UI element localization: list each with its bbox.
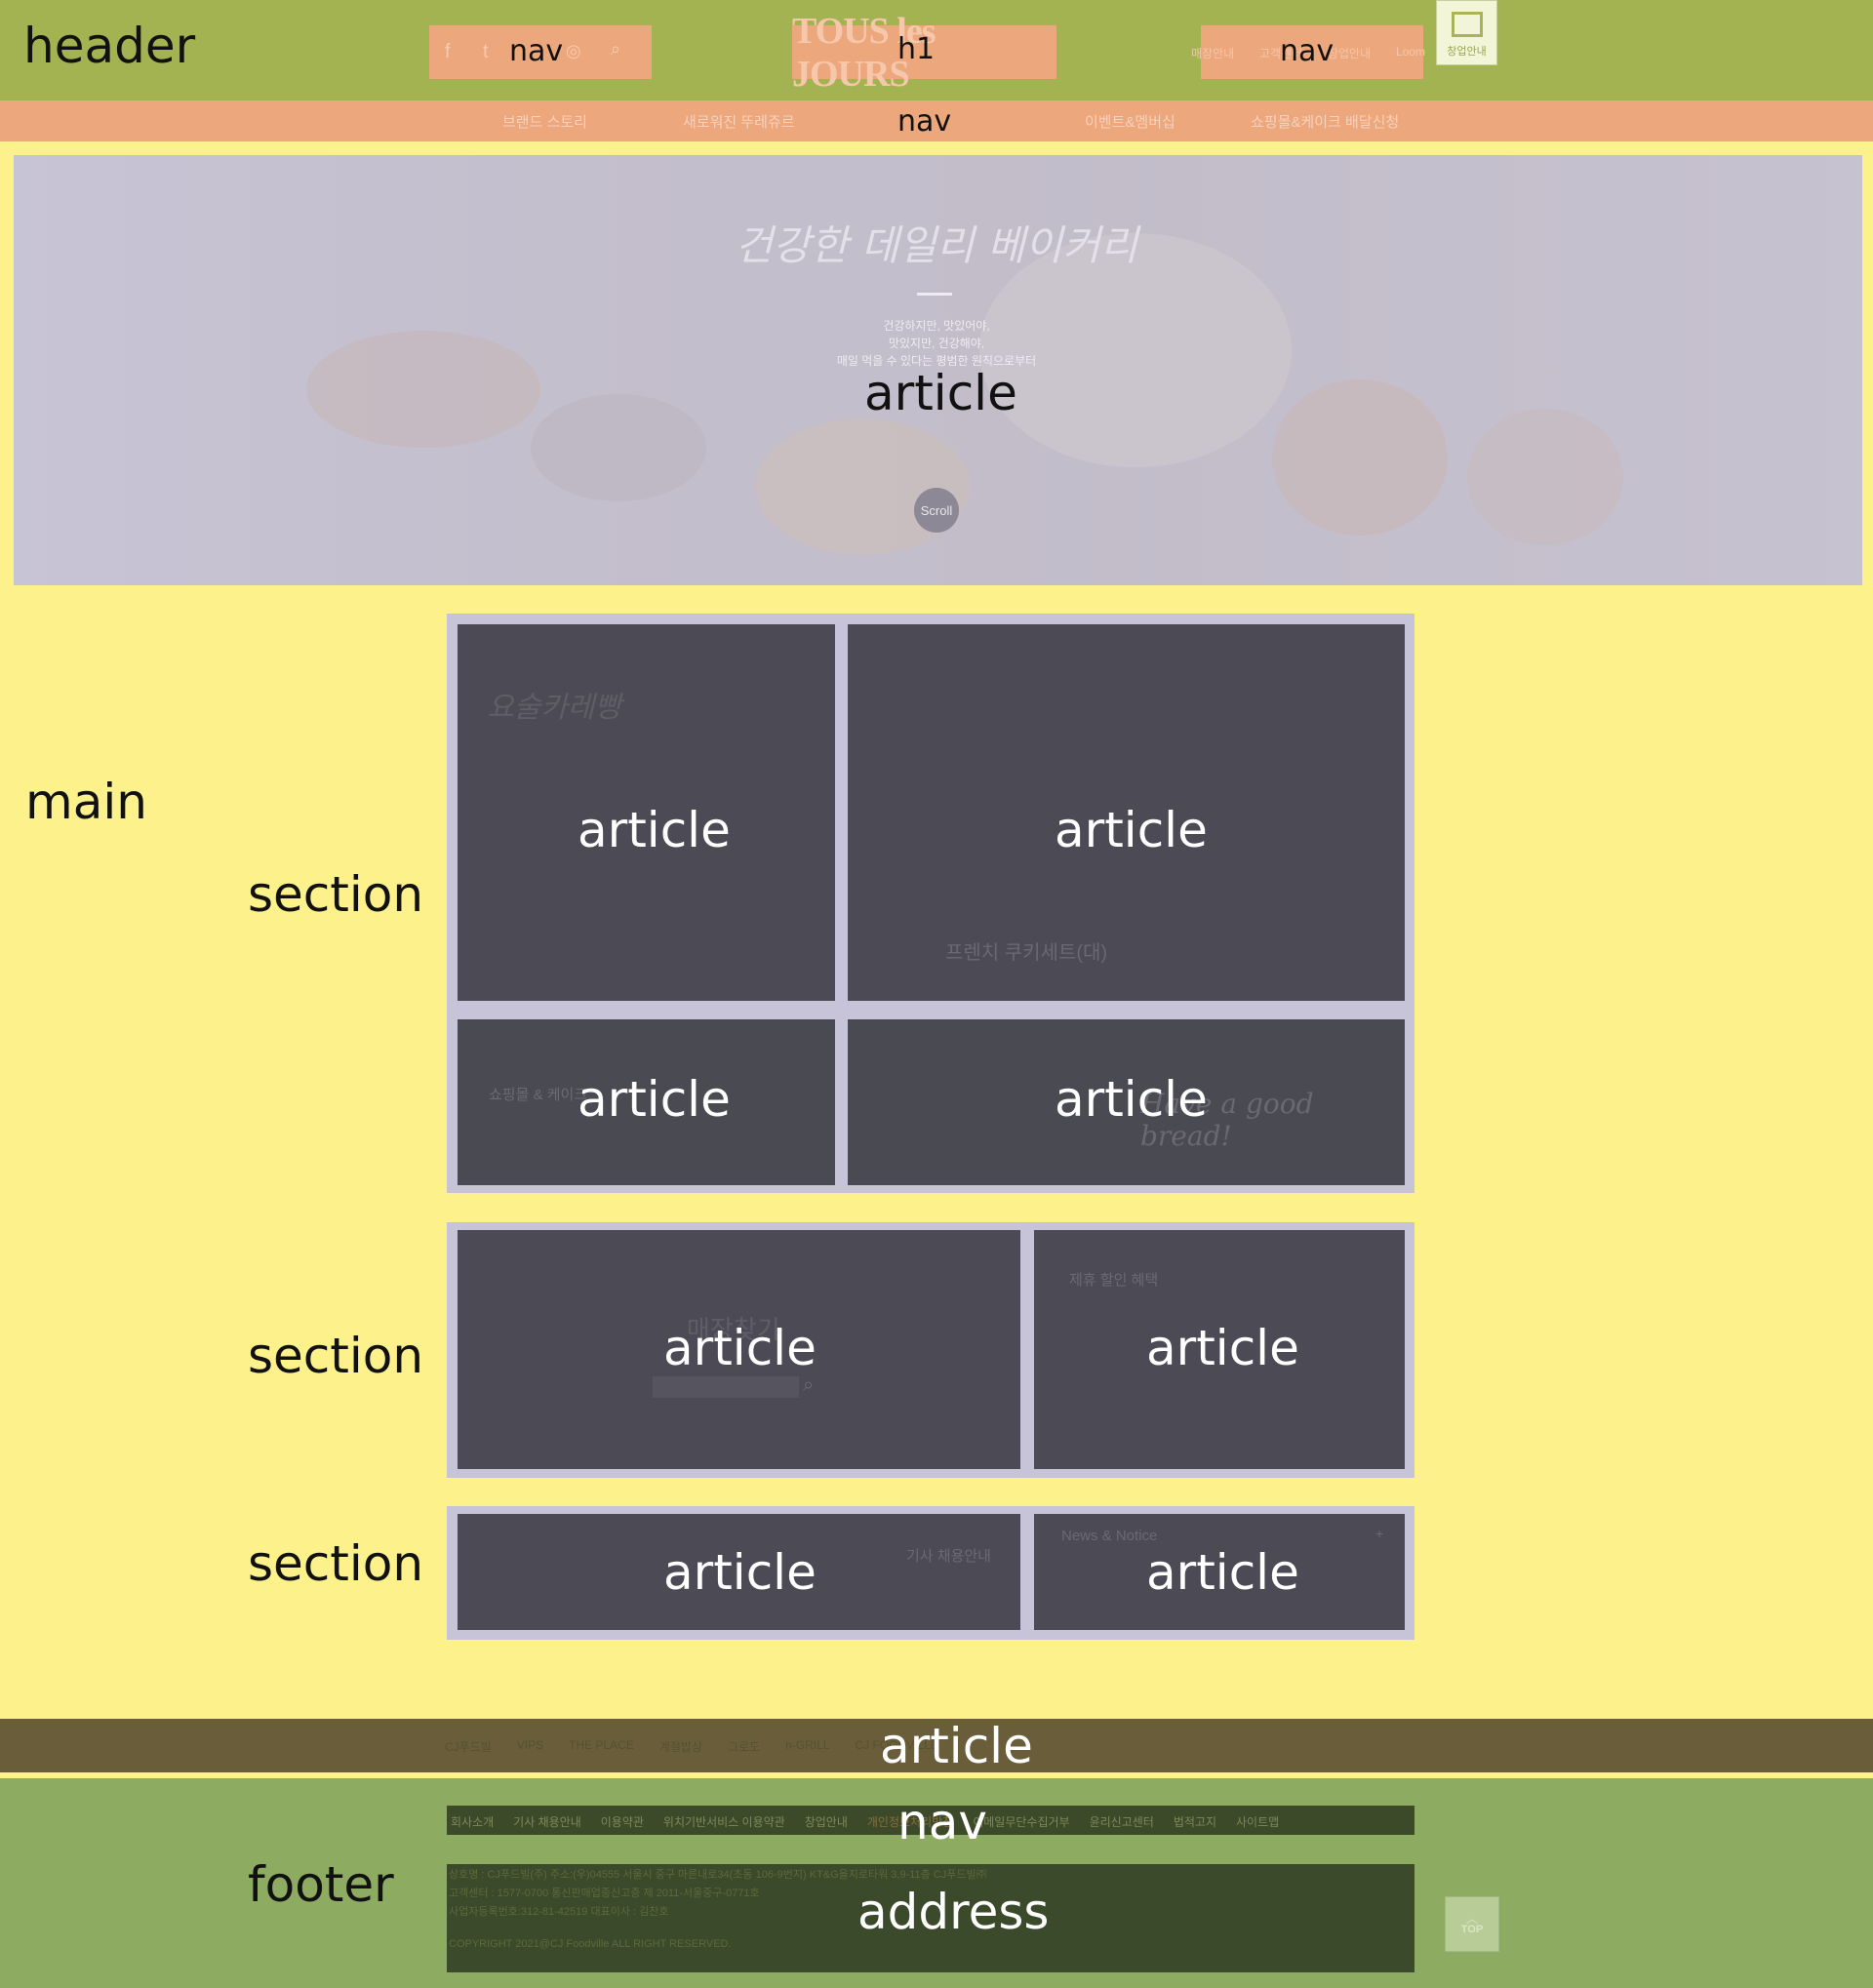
brand-cj-foodville[interactable]: CJ푸드빌 xyxy=(445,1738,492,1755)
news-caption: News & Notice xyxy=(1061,1528,1158,1544)
hero-copy: 건강하지만, 맛있어야, 맛있지만, 건강해야, 매일 먹을 수 있다는 평범한… xyxy=(780,317,1093,370)
more-icon[interactable]: + xyxy=(1375,1526,1383,1541)
footer-label: footer xyxy=(248,1856,394,1913)
search-icon[interactable]: ⌕ xyxy=(611,39,620,60)
footer-link-terms[interactable]: 이용약관 xyxy=(601,1813,644,1830)
section-2-label: section xyxy=(248,1328,424,1384)
menu-item-new-tousjours[interactable]: 새로워진 뚜레쥬르 xyxy=(683,111,795,132)
store-icon xyxy=(1451,11,1483,37)
article-1-label: article xyxy=(578,802,731,858)
menu-nav-label: nav xyxy=(897,104,952,139)
util-link-stores[interactable]: 매장안내 xyxy=(1191,45,1234,61)
footer-link-legal[interactable]: 법적고지 xyxy=(1174,1813,1216,1830)
menu-item-events[interactable]: 이벤트&멤버십 xyxy=(1085,111,1176,132)
article-6-label: article xyxy=(1146,1320,1299,1376)
scroll-button[interactable]: Scroll xyxy=(914,488,959,533)
curry-bread-caption: 요술카레빵 xyxy=(487,691,621,725)
footer-link-company[interactable]: 회사소개 xyxy=(451,1813,494,1830)
util-link-loom[interactable]: Loom xyxy=(1396,45,1425,61)
brand-seasons-table[interactable]: 계절밥상 xyxy=(659,1738,702,1755)
section-1-label: section xyxy=(248,866,424,923)
article-3-label: article xyxy=(578,1071,731,1128)
article-5-label: article xyxy=(663,1320,817,1376)
main-label: main xyxy=(25,774,147,830)
article-7-label: article xyxy=(663,1544,817,1601)
menu-item-brand-story[interactable]: 브랜드 스토리 xyxy=(502,111,587,132)
top-label: TOP xyxy=(1460,1923,1484,1935)
franchise-button[interactable]: 창업안내 xyxy=(1436,0,1497,65)
back-to-top-button[interactable]: ︿ TOP xyxy=(1445,1896,1499,1952)
store-search-icon[interactable]: ⌕ xyxy=(803,1374,814,1397)
franchise-label: 창업안내 xyxy=(1447,45,1487,58)
twitter-icon[interactable]: t xyxy=(483,41,489,63)
hero-article-label: article xyxy=(864,365,1017,421)
partners-article-label: article xyxy=(880,1718,1033,1774)
footer-link-sitemap[interactable]: 사이트맵 xyxy=(1236,1813,1279,1830)
hero-line-1: 건강하지만, 맛있어야, xyxy=(883,319,990,333)
instagram-icon[interactable]: ◎ xyxy=(566,41,581,61)
brand-the-place[interactable]: THE PLACE xyxy=(569,1738,634,1755)
address-line-1: 상호명 : CJ푸드빌(주) 주소:(우)04555 서울시 중구 마른내로34… xyxy=(449,1869,987,1881)
social-nav-label: nav xyxy=(509,34,564,68)
footer-link-ethics[interactable]: 윤리신고센터 xyxy=(1090,1813,1154,1830)
footer-link-recruit[interactable]: 기사 채용안내 xyxy=(513,1813,581,1830)
article-8-label: article xyxy=(1146,1544,1299,1601)
recommended-caption: 프렌치 쿠키세트(대) xyxy=(945,942,1108,964)
hero-headline: 건강한 데일리 베이커리 xyxy=(735,221,1138,269)
hero-divider xyxy=(917,293,952,296)
chevron-up-icon: ︿ xyxy=(1465,1911,1478,1926)
discount-caption: 제휴 할인 혜택 xyxy=(1069,1272,1159,1289)
hero-line-2: 맛있지만, 건강해야, xyxy=(888,337,985,350)
footer-link-location-terms[interactable]: 위치기반서비스 이용약관 xyxy=(663,1813,785,1830)
article-4-label: article xyxy=(1055,1071,1208,1128)
article-2-label: article xyxy=(1055,802,1208,858)
recruit-caption: 기사 채용안내 xyxy=(906,1548,991,1565)
brand-vips[interactable]: VIPS xyxy=(517,1738,543,1755)
util-nav-label: nav xyxy=(1280,34,1335,68)
store-search-input[interactable] xyxy=(653,1376,799,1398)
footer-link-franchise[interactable]: 창업안내 xyxy=(805,1813,848,1830)
footer-nav-label: nav xyxy=(897,1794,987,1850)
footer-link-no-email[interactable]: 이메일무단수집거부 xyxy=(973,1813,1069,1830)
brand-grodo[interactable]: 그로도 xyxy=(728,1738,760,1755)
brand-n-grill[interactable]: n-GRILL xyxy=(785,1738,829,1755)
section-3-label: section xyxy=(248,1535,424,1592)
header-label: header xyxy=(23,18,196,74)
util-link-franchise[interactable]: 창업안내 xyxy=(1328,45,1371,61)
h1-label: h1 xyxy=(897,32,936,66)
menu-item-shop-delivery[interactable]: 쇼핑몰&케이크 배달신청 xyxy=(1251,111,1399,132)
shopping-caption: 쇼핑몰 & 케이크 xyxy=(489,1087,588,1103)
facebook-icon[interactable]: f xyxy=(445,41,451,63)
address-label: address xyxy=(857,1884,1050,1940)
scroll-label: Scroll xyxy=(920,502,953,518)
